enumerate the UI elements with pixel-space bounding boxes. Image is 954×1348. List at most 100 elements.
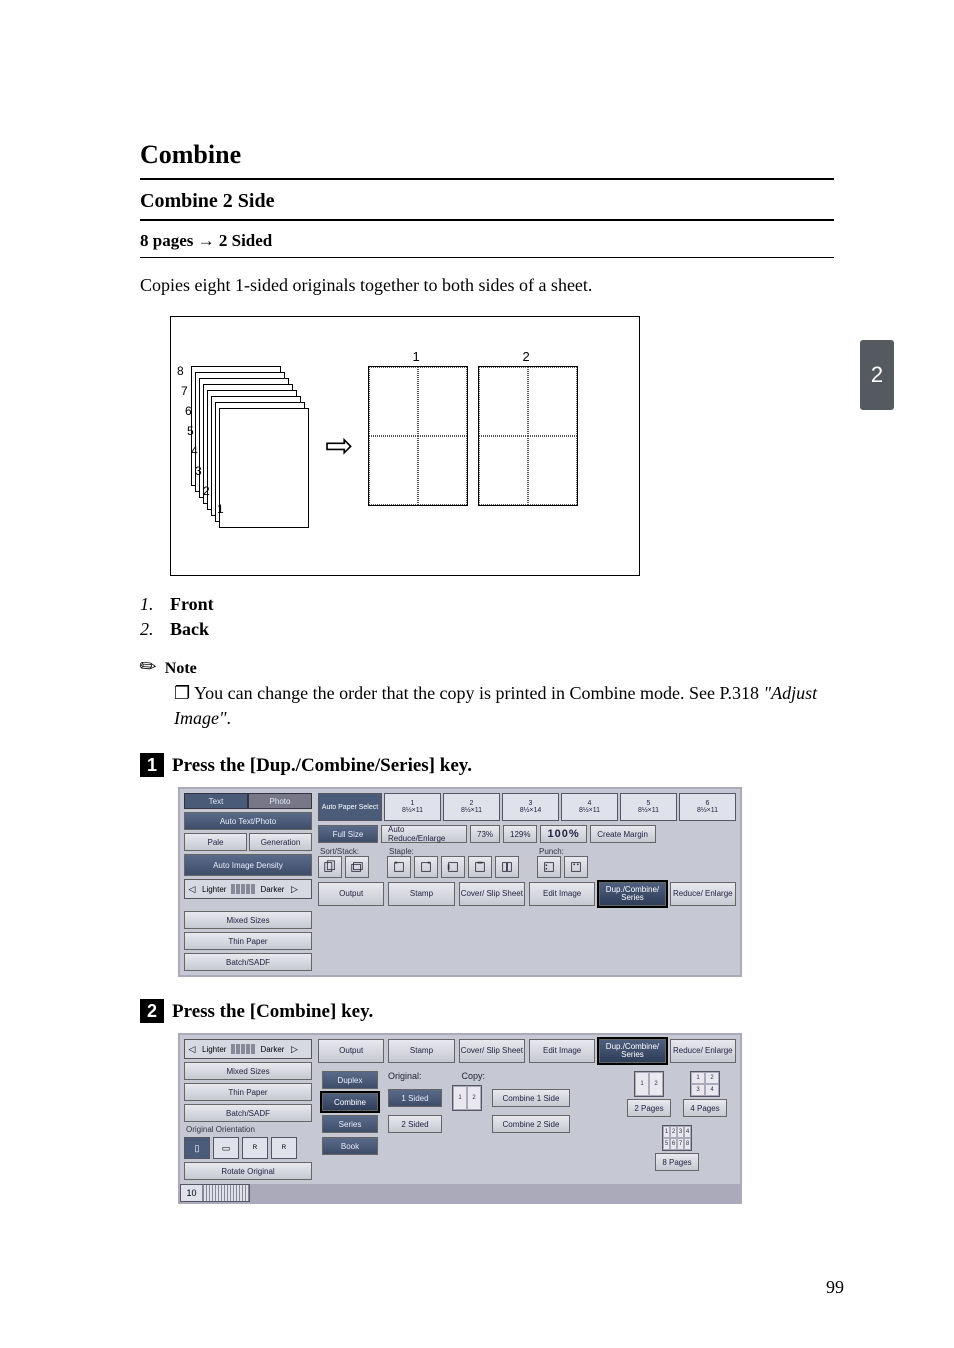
orient-readable-button[interactable]: ᴿ [242, 1137, 268, 1159]
right-arrow-icon-2[interactable]: ▷ [287, 1044, 301, 1055]
2-pages-button[interactable]: 2 Pages [627, 1099, 671, 1117]
left-arrow-icon-2[interactable]: ◁ [185, 1044, 199, 1055]
tray-5[interactable]: 58½×11 [620, 793, 677, 821]
reduce-enlarge-button[interactable]: Reduce/ Enlarge [670, 882, 736, 906]
orient-portrait-button[interactable]: ▯ [184, 1137, 210, 1159]
cover-slip-button-2[interactable]: Cover/ Slip Sheet [459, 1039, 525, 1063]
one-sided-button[interactable]: 1 Sided [388, 1089, 442, 1107]
orient-landscape-button[interactable]: ▭ [213, 1137, 239, 1159]
auto-reduce-enlarge-button[interactable]: Auto Reduce/Enlarge [381, 825, 467, 843]
batch-sadf-button-2[interactable]: Batch/SADF [184, 1104, 312, 1122]
two-sided-button[interactable]: 2 Sided [388, 1115, 442, 1133]
mixed-sizes-button[interactable]: Mixed Sizes [184, 911, 312, 929]
step-badge-1: 1 [140, 753, 164, 777]
full-size-button[interactable]: Full Size [318, 825, 378, 843]
sort-stack-label: Sort/Stack: [318, 847, 369, 856]
sort-icon-button[interactable] [318, 856, 342, 878]
tray-4[interactable]: 48½×11 [561, 793, 618, 821]
output-pages: 1 2 [368, 366, 578, 526]
tray-6[interactable]: 68½×11 [679, 793, 736, 821]
dup-combine-series-button-2[interactable]: Dup./Combine/ Series [599, 1039, 665, 1063]
intro-text: Copies eight 1-sided originals together … [140, 272, 834, 298]
note-heading: Note [165, 660, 197, 677]
auto-paper-select-button[interactable]: Auto Paper Select [318, 793, 382, 821]
cover-slip-button[interactable]: Cover/ Slip Sheet [459, 882, 525, 906]
batch-sadf-button[interactable]: Batch/SADF [184, 953, 312, 971]
copier-panel-1: Text Photo Auto Text/Photo Pale Generati… [178, 787, 742, 977]
generation-button[interactable]: Generation [249, 833, 312, 851]
chapter-tab: 2 [860, 340, 894, 410]
staple-tl-button[interactable] [387, 856, 411, 878]
page-tab-strip: 10 [180, 1184, 250, 1202]
left-arrow-icon[interactable]: ◁ [185, 884, 199, 895]
ratio-73-button[interactable]: 73% [470, 825, 500, 843]
step-badge-2: 2 [140, 999, 164, 1023]
edit-image-button-2[interactable]: Edit Image [529, 1039, 595, 1063]
tray-1[interactable]: 18½×11 [384, 793, 441, 821]
combine-2-side-button[interactable]: Combine 2 Side [492, 1115, 570, 1133]
page-number: 99 [826, 1277, 844, 1298]
right-arrow-icon[interactable]: ▷ [287, 884, 301, 895]
rule-thin [140, 257, 834, 258]
note-body: ❐ You can change the order that the copy… [174, 681, 834, 731]
thin-paper-button-2[interactable]: Thin Paper [184, 1083, 312, 1101]
thin-paper-button[interactable]: Thin Paper [184, 932, 312, 950]
orient-unreadable-button[interactable]: ᴿ [271, 1137, 297, 1159]
step-2: 2 Press the [Combine] key. [140, 999, 834, 1023]
orig-orient-label: Original Orientation [184, 1125, 312, 1134]
lighter-darker-bar[interactable]: ◁ Lighter Darker ▷ [184, 879, 312, 899]
punch-label: Punch: [537, 847, 588, 856]
one-sided-thumb-icon: 12 [452, 1085, 482, 1111]
mixed-sizes-button-2[interactable]: Mixed Sizes [184, 1062, 312, 1080]
pencil-icon: ✎ [134, 652, 163, 682]
combine-1-side-button[interactable]: Combine 1 Side [492, 1089, 570, 1107]
copy-label: Copy: [462, 1071, 486, 1081]
auto-text-photo-button[interactable]: Auto Text/Photo [184, 812, 312, 830]
stack-icon-button[interactable] [345, 856, 369, 878]
dup-combine-series-button[interactable]: Dup./Combine/ Series [599, 882, 665, 906]
auto-image-density-button[interactable]: Auto Image Density [184, 854, 312, 876]
step-1: 1 Press the [Dup./Combine/Series] key. [140, 753, 834, 777]
output-button-2[interactable]: Output [318, 1039, 384, 1063]
4pages-thumb-icon: 1234 [690, 1071, 720, 1097]
output-button[interactable]: Output [318, 882, 384, 906]
duplex-tab[interactable]: Duplex [322, 1071, 378, 1089]
staple-top-button[interactable] [468, 856, 492, 878]
series-tab[interactable]: Series [322, 1115, 378, 1133]
8-pages-button[interactable]: 8 Pages [655, 1153, 699, 1171]
2pages-thumb-icon: 12 [634, 1071, 664, 1097]
arrow-icon: ⇨ [325, 426, 354, 466]
8pages-thumb-icon: 12345678 [662, 1125, 692, 1151]
rule-thick [140, 178, 834, 180]
combine-tab[interactable]: Combine [322, 1093, 378, 1111]
punch-left-button[interactable] [537, 856, 561, 878]
rotate-original-button[interactable]: Rotate Original [184, 1162, 312, 1180]
create-margin-button[interactable]: Create Margin [590, 825, 656, 843]
section-title: Combine [140, 140, 834, 170]
stamp-button[interactable]: Stamp [388, 882, 454, 906]
sub-sub-title: 8 pages → 2 Sided [140, 231, 834, 251]
book-tab[interactable]: Book [322, 1137, 378, 1155]
lighter-darker-bar-2[interactable]: ◁ Lighter Darker ▷ [184, 1039, 312, 1059]
edit-image-button[interactable]: Edit Image [529, 882, 595, 906]
reduce-enlarge-button-2[interactable]: Reduce/ Enlarge [670, 1039, 736, 1063]
staple-center-button[interactable] [495, 856, 519, 878]
original-stack: 8 7 6 5 4 3 2 1 [191, 366, 311, 526]
legend-list: 1.Front 2.Back [140, 594, 834, 640]
staple-tr-button[interactable] [414, 856, 438, 878]
4-pages-button[interactable]: 4 Pages [683, 1099, 727, 1117]
stamp-button-2[interactable]: Stamp [388, 1039, 454, 1063]
tray-2[interactable]: 28½×11 [443, 793, 500, 821]
tray-3[interactable]: 38½×14 [502, 793, 559, 821]
ratio-100-display: 100% [540, 825, 586, 843]
tab-photo[interactable]: Photo [248, 793, 312, 809]
pale-button[interactable]: Pale [184, 833, 247, 851]
staple-left-button[interactable] [441, 856, 465, 878]
staple-label: Staple: [387, 847, 519, 856]
rule-thick2 [140, 219, 834, 221]
punch-top-button[interactable] [564, 856, 588, 878]
tab-text[interactable]: Text [184, 793, 248, 809]
original-label: Original: [388, 1071, 422, 1081]
copier-panel-2: ◁ Lighter Darker ▷ Mixed Sizes Thin Pape… [178, 1033, 742, 1204]
ratio-129-button[interactable]: 129% [503, 825, 537, 843]
